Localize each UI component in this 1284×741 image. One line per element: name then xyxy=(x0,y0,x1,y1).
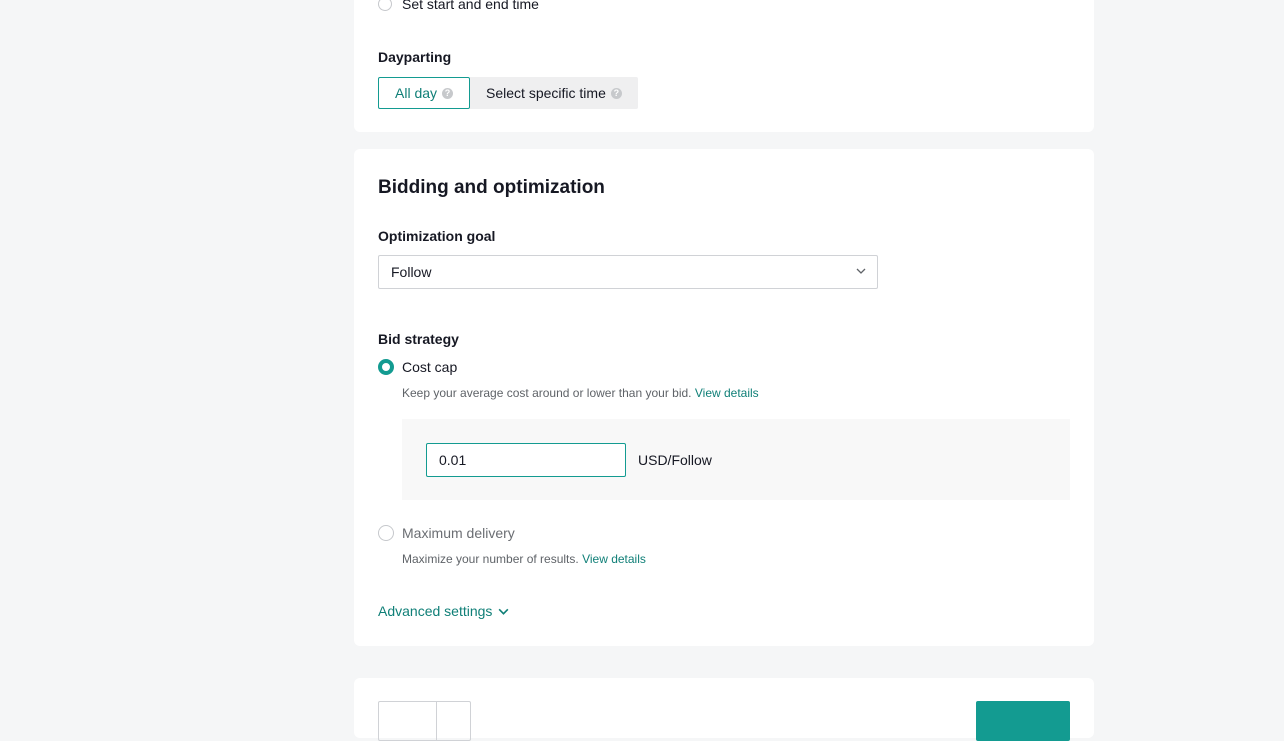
cost-cap-description-text: Keep your average cost around or lower t… xyxy=(402,386,692,400)
chevron-down-icon xyxy=(498,608,509,615)
advanced-settings-label: Advanced settings xyxy=(378,603,493,619)
bid-panel: 0.01 USD/Follow xyxy=(402,419,1070,500)
cost-cap-description: Keep your average cost around or lower t… xyxy=(402,386,759,400)
optimization-goal-value: Follow xyxy=(391,264,432,280)
dayparting-label: Dayparting xyxy=(378,49,452,65)
dayparting-toggle: All day ? Select specific time ? xyxy=(378,77,638,109)
max-delivery-description: Maximize your number of results. View de… xyxy=(402,552,646,566)
bid-strategy-label: Bid strategy xyxy=(378,331,459,347)
bidding-card: Bidding and optimization Optimization go… xyxy=(354,149,1094,646)
set-time-label[interactable]: Set start and end time xyxy=(402,0,539,12)
specific-time-label: Select specific time xyxy=(486,85,606,101)
set-time-radio[interactable] xyxy=(378,0,392,11)
bid-amount-value: 0.01 xyxy=(439,452,467,468)
help-icon[interactable]: ? xyxy=(610,87,622,99)
max-delivery-label[interactable]: Maximum delivery xyxy=(402,525,515,541)
cost-cap-radio[interactable] xyxy=(378,359,394,375)
help-icon[interactable]: ? xyxy=(442,87,454,99)
max-delivery-view-details-link[interactable]: View details xyxy=(582,552,646,566)
section-title: Bidding and optimization xyxy=(378,177,605,198)
schedule-card: Set start and end time Dayparting All da… xyxy=(354,0,1094,132)
advanced-settings-toggle[interactable]: Advanced settings xyxy=(378,603,510,619)
optimization-goal-label: Optimization goal xyxy=(378,228,496,244)
specific-time-button[interactable]: Select specific time ? xyxy=(470,77,638,109)
next-button[interactable] xyxy=(976,701,1070,741)
max-delivery-radio[interactable] xyxy=(378,525,394,541)
bid-amount-input[interactable]: 0.01 xyxy=(426,443,626,477)
chevron-down-icon xyxy=(856,268,866,274)
all-day-label: All day xyxy=(395,85,438,101)
all-day-button[interactable]: All day ? xyxy=(378,77,471,109)
cost-cap-label[interactable]: Cost cap xyxy=(402,359,457,375)
previous-button[interactable] xyxy=(378,701,471,741)
max-delivery-description-text: Maximize your number of results. xyxy=(402,552,579,566)
optimization-goal-select[interactable]: Follow xyxy=(378,255,878,289)
bid-unit: USD/Follow xyxy=(638,452,712,468)
footer-card xyxy=(354,678,1094,741)
cost-cap-view-details-link[interactable]: View details xyxy=(695,386,759,400)
